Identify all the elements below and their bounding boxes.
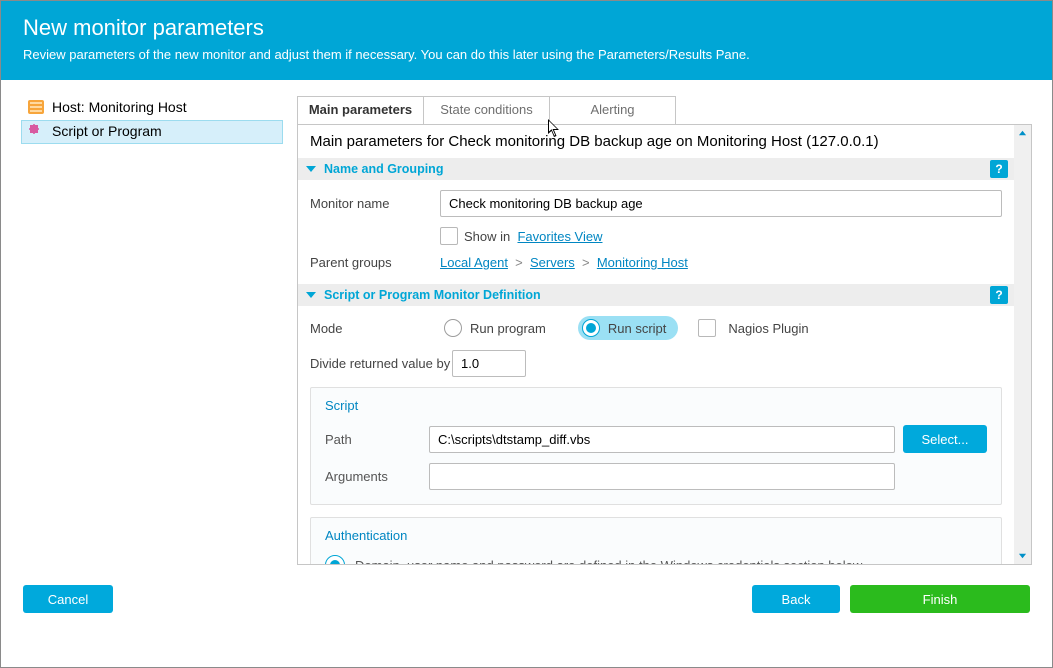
crumb-servers[interactable]: Servers (530, 255, 575, 270)
mode-nagios-plugin[interactable]: Nagios Plugin (698, 316, 820, 340)
dialog-subtitle: Review parameters of the new monitor and… (23, 46, 1030, 64)
divide-value-input[interactable] (452, 350, 526, 377)
section-script-def-header[interactable]: Script or Program Monitor Definition ? (298, 284, 1014, 306)
tab-bar: Main parameters State conditions Alertin… (297, 96, 1032, 124)
tab-state-conditions[interactable]: State conditions (423, 96, 550, 124)
tab-main-parameters[interactable]: Main parameters (297, 96, 424, 124)
scroll-down-icon[interactable] (1014, 547, 1031, 564)
script-arguments-input[interactable] (429, 463, 895, 490)
mode-label: Mode (310, 321, 440, 336)
divide-label: Divide returned value by (310, 356, 452, 371)
parent-groups-label: Parent groups (310, 255, 440, 270)
favorites-view-link[interactable]: Favorites View (517, 229, 602, 244)
monitor-name-label: Monitor name (310, 196, 440, 211)
section-title: Script or Program Monitor Definition (324, 288, 541, 302)
mode-radio-group: Run program Run script Nagios Plugin (440, 316, 821, 340)
puzzle-icon (28, 123, 44, 139)
step-sidebar: Host: Monitoring Host Script or Program (21, 96, 283, 565)
radio-icon (444, 319, 462, 337)
crumb-monitoring-host[interactable]: Monitoring Host (597, 255, 688, 270)
auth-group: Authentication Domain, user name and pas… (310, 517, 1002, 564)
cancel-button[interactable]: Cancel (23, 585, 113, 613)
show-in-favorites-checkbox[interactable] (440, 227, 458, 245)
dialog-footer: Cancel Back Finish (1, 575, 1052, 633)
section-script-def-body: Mode Run program Run script (298, 306, 1014, 564)
finish-button[interactable]: Finish (850, 585, 1030, 613)
dialog-body: Host: Monitoring Host Script or Program … (1, 80, 1052, 575)
checkbox-icon (698, 319, 716, 337)
script-group: Script Path Select... Arguments (310, 387, 1002, 505)
script-path-input[interactable] (429, 426, 895, 453)
show-in-label: Show in (464, 229, 510, 244)
main-panel: Main parameters State conditions Alertin… (297, 96, 1032, 565)
section-title: Name and Grouping (324, 162, 443, 176)
auth-option-windows-credentials[interactable]: Domain, user name and password are defin… (325, 555, 987, 564)
select-path-button[interactable]: Select... (903, 425, 987, 453)
help-icon[interactable]: ? (990, 286, 1008, 304)
radio-icon (582, 319, 600, 337)
tab-content: Main parameters for Check monitoring DB … (297, 124, 1032, 565)
auth-group-title: Authentication (325, 528, 987, 543)
sidebar-item-script-or-program[interactable]: Script or Program (21, 120, 283, 144)
back-button[interactable]: Back (752, 585, 840, 613)
tab-alerting[interactable]: Alerting (549, 96, 676, 124)
sidebar-item-label: Script or Program (52, 123, 162, 139)
mode-run-program[interactable]: Run program (440, 316, 558, 340)
collapse-icon (306, 292, 316, 298)
dialog-header: New monitor parameters Review parameters… (1, 1, 1052, 80)
sidebar-item-host[interactable]: Host: Monitoring Host (21, 96, 283, 120)
host-icon (28, 100, 44, 114)
collapse-icon (306, 166, 316, 172)
monitor-name-input[interactable] (440, 190, 1002, 217)
section-name-grouping-body: Monitor name Show in Favorites View Pare… (298, 180, 1014, 284)
radio-icon (325, 555, 345, 564)
help-icon[interactable]: ? (990, 160, 1008, 178)
content-heading: Main parameters for Check monitoring DB … (298, 125, 1014, 158)
mode-run-script[interactable]: Run script (578, 316, 679, 340)
scrollbar[interactable] (1014, 125, 1031, 564)
scroll-up-icon[interactable] (1014, 125, 1031, 142)
dialog-title: New monitor parameters (23, 15, 1030, 41)
script-group-title: Script (325, 398, 987, 413)
crumb-local-agent[interactable]: Local Agent (440, 255, 508, 270)
arguments-label: Arguments (325, 469, 429, 484)
section-name-grouping-header[interactable]: Name and Grouping ? (298, 158, 1014, 180)
path-label: Path (325, 432, 429, 447)
sidebar-item-label: Host: Monitoring Host (52, 99, 187, 115)
